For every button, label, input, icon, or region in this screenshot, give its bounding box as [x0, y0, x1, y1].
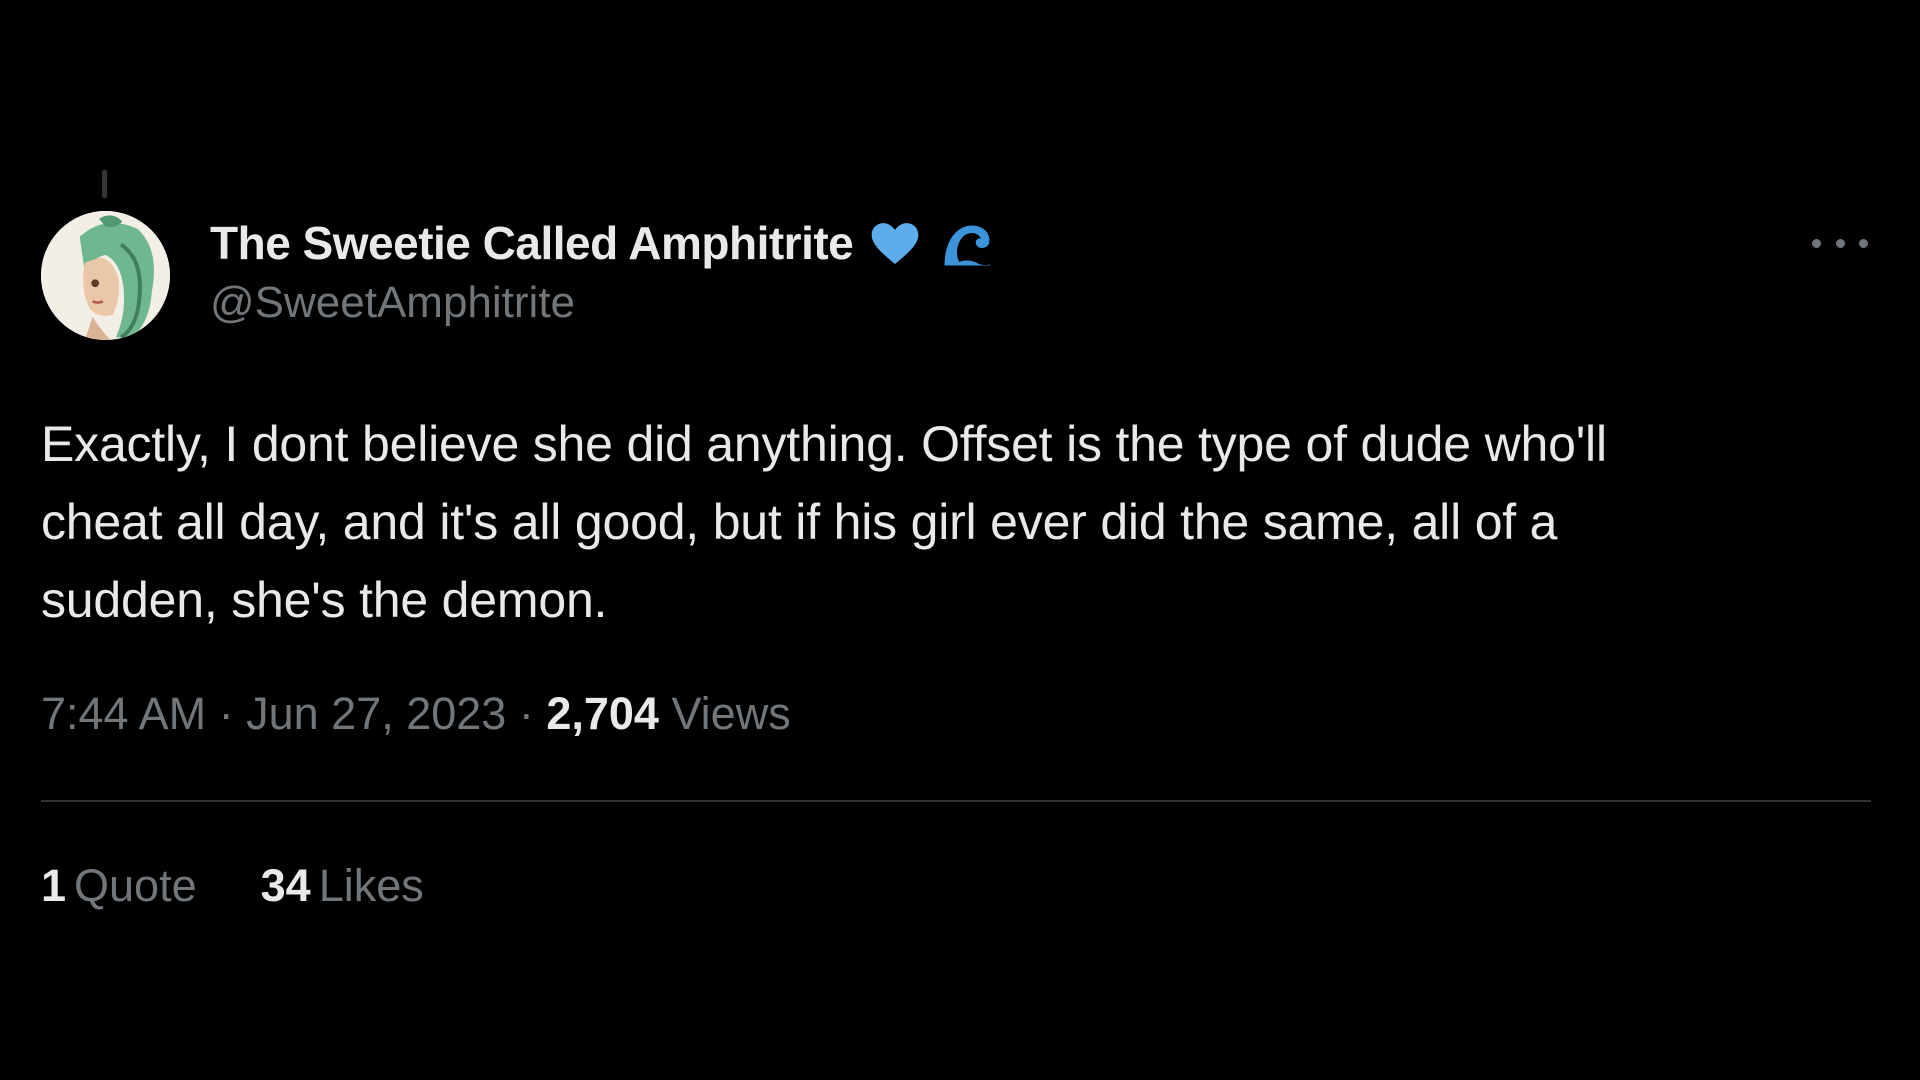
display-name[interactable]: The Sweetie Called Amphitrite	[210, 216, 854, 270]
views-count: 2,704	[546, 688, 659, 739]
avatar[interactable]	[41, 211, 170, 340]
tweet-header: The Sweetie Called Amphitrite @SweetAmph…	[210, 214, 997, 328]
likes-count: 34	[260, 860, 311, 911]
quotes-count: 1	[41, 860, 67, 911]
tweet-time[interactable]: 7:44 AM	[41, 688, 206, 739]
tweet-text: Exactly, I dont believe she did anything…	[41, 416, 1607, 628]
tweet-metadata: 7:44 AM · Jun 27, 2023 · 2,704 Views	[41, 688, 791, 740]
more-dot-icon	[1835, 238, 1845, 248]
name-row: The Sweetie Called Amphitrite	[210, 214, 997, 272]
views-label: Views	[658, 688, 791, 739]
avatar-illustration-icon	[41, 211, 170, 340]
likes-stat[interactable]: 34 Likes	[261, 860, 424, 912]
more-dot-icon	[1859, 238, 1868, 248]
water-wave-icon	[937, 213, 997, 273]
meta-separator: ·	[206, 688, 247, 739]
quotes-label: Quote	[74, 860, 197, 911]
thread-connector-line	[102, 170, 107, 198]
tweet-date[interactable]: Jun 27, 2023	[246, 688, 506, 739]
more-options-button[interactable]	[1812, 228, 1868, 258]
user-handle[interactable]: @SweetAmphitrite	[210, 278, 997, 328]
quotes-stat[interactable]: 1 Quote	[41, 860, 197, 912]
blue-heart-icon	[867, 215, 923, 271]
divider	[41, 800, 1871, 802]
more-dot-icon	[1812, 238, 1821, 248]
engagement-stats: 1 Quote 34 Likes	[41, 860, 488, 912]
likes-label: Likes	[318, 860, 424, 911]
tweet-detail: The Sweetie Called Amphitrite @SweetAmph…	[0, 0, 1920, 1080]
meta-separator: ·	[506, 688, 547, 739]
